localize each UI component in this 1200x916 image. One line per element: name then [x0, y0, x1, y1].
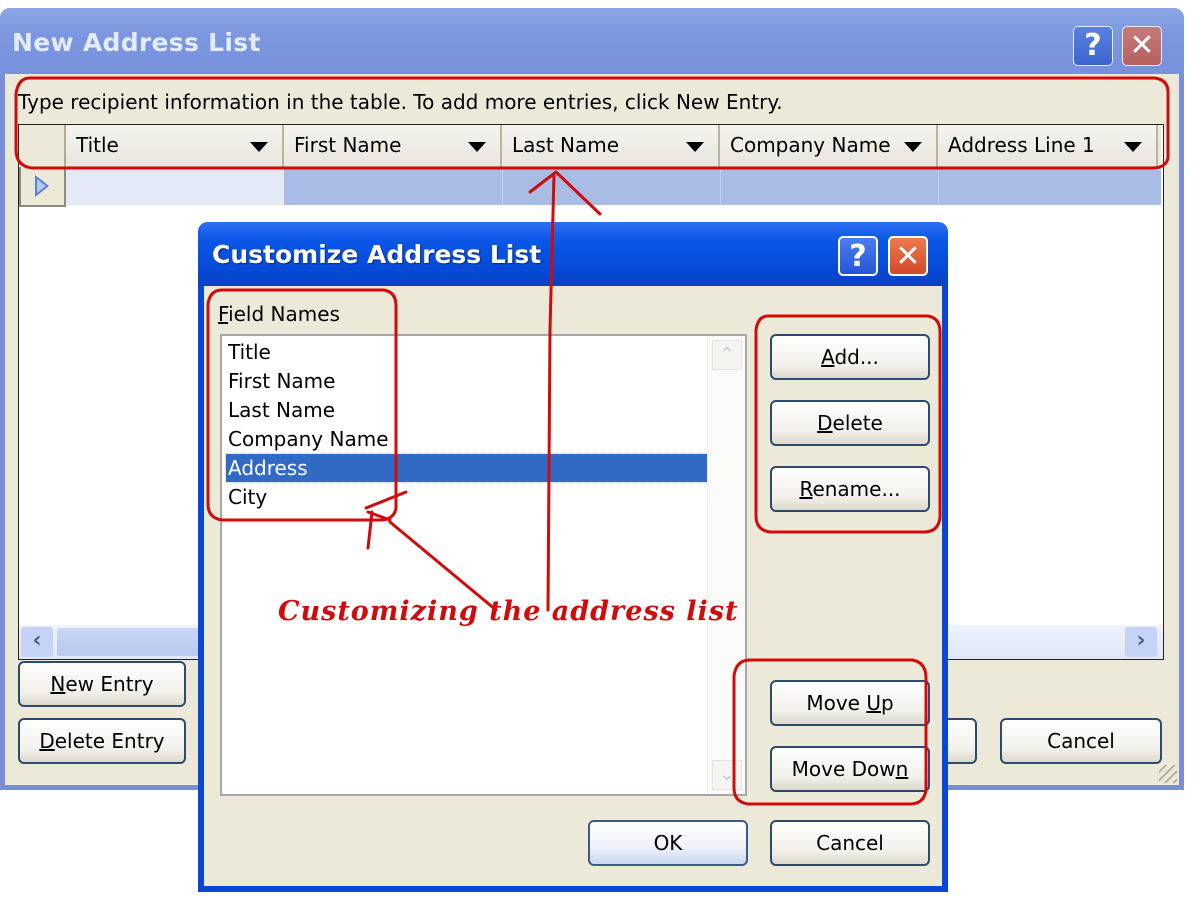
column-header-company-name[interactable]: Company Name	[720, 125, 938, 167]
column-header-first-name[interactable]: First Name	[284, 125, 502, 167]
move-up-button[interactable]: Move Up	[770, 680, 930, 726]
list-item[interactable]: City	[226, 483, 708, 511]
title-bar[interactable]: Customize Address List ? ✕	[198, 222, 948, 286]
close-button[interactable]: ✕	[888, 236, 928, 276]
ok-button[interactable]: OK	[588, 820, 748, 866]
column-header-address-line-1[interactable]: Address Line 1	[938, 125, 1158, 167]
table-row[interactable]	[66, 167, 1161, 205]
instructions-text: Type recipient information in the table.…	[18, 90, 783, 114]
delete-entry-button[interactable]: Delete Entry	[18, 718, 186, 764]
column-label: Company Name	[730, 133, 891, 157]
header-corner	[19, 125, 66, 167]
row-selector[interactable]	[19, 167, 66, 207]
close-icon: ✕	[1129, 28, 1155, 63]
chevron-left-icon: ‹	[32, 628, 42, 653]
field-names-listbox[interactable]: Title First Name Last Name Company Name …	[220, 334, 747, 796]
list-item[interactable]: Company Name	[226, 425, 708, 453]
title-bar[interactable]: New Address List ? ✕	[0, 8, 1184, 74]
cancel-button[interactable]: Cancel	[1000, 718, 1162, 764]
annotation-caption: Customizing the address list	[278, 596, 739, 627]
scroll-up-button[interactable]: ⌃	[712, 340, 742, 370]
move-down-button[interactable]: Move Down	[770, 746, 930, 792]
help-icon: ?	[1084, 28, 1102, 63]
list-item[interactable]: Last Name	[226, 396, 708, 424]
chevron-right-icon: ›	[1136, 628, 1146, 653]
dropdown-arrow-icon[interactable]	[1124, 142, 1142, 152]
list-item-selected[interactable]: Address	[225, 453, 709, 483]
table-header: Title First Name Last Name Company Name …	[19, 125, 1161, 167]
dropdown-arrow-icon[interactable]	[904, 142, 922, 152]
field-names-label: Field Names	[218, 302, 340, 326]
column-label: Title	[76, 133, 119, 157]
dialog-title: New Address List	[12, 28, 261, 57]
close-button[interactable]: ✕	[1122, 26, 1162, 66]
column-header-last-name[interactable]: Last Name	[502, 125, 720, 167]
help-button[interactable]: ?	[838, 236, 878, 276]
column-label: Last Name	[512, 133, 620, 157]
scroll-left-button[interactable]: ‹	[21, 627, 53, 657]
column-label: Address Line 1	[948, 133, 1095, 157]
dropdown-arrow-icon[interactable]	[686, 142, 704, 152]
column-header-title[interactable]: Title	[66, 125, 284, 167]
customize-address-list-dialog: Customize Address List ? ✕ Field Names T…	[198, 222, 948, 892]
help-icon: ?	[849, 239, 867, 274]
scrollbar-thumb[interactable]	[57, 628, 217, 656]
delete-button[interactable]: Delete	[770, 400, 930, 446]
list-item[interactable]: First Name	[226, 367, 708, 395]
column-label: First Name	[294, 133, 402, 157]
list-item[interactable]: Title	[226, 338, 708, 366]
new-entry-button[interactable]: New Entry	[18, 661, 186, 707]
cancel-button[interactable]: Cancel	[770, 820, 930, 866]
dropdown-arrow-icon[interactable]	[250, 142, 268, 152]
help-button[interactable]: ?	[1073, 26, 1113, 66]
table-cell[interactable]	[66, 167, 284, 205]
rename-button[interactable]: Rename...	[770, 466, 930, 512]
dialog-title: Customize Address List	[212, 240, 542, 269]
scroll-down-button[interactable]: ⌄	[712, 760, 742, 790]
vertical-scrollbar[interactable]: ⌃ ⌄	[707, 336, 745, 794]
chevron-up-icon: ⌃	[719, 344, 735, 365]
resize-grip[interactable]	[1159, 765, 1177, 783]
chevron-down-icon: ⌄	[719, 764, 735, 785]
dropdown-arrow-icon[interactable]	[468, 142, 486, 152]
scroll-right-button[interactable]: ›	[1125, 627, 1157, 657]
close-icon: ✕	[895, 239, 921, 274]
add-button[interactable]: Add...	[770, 334, 930, 380]
